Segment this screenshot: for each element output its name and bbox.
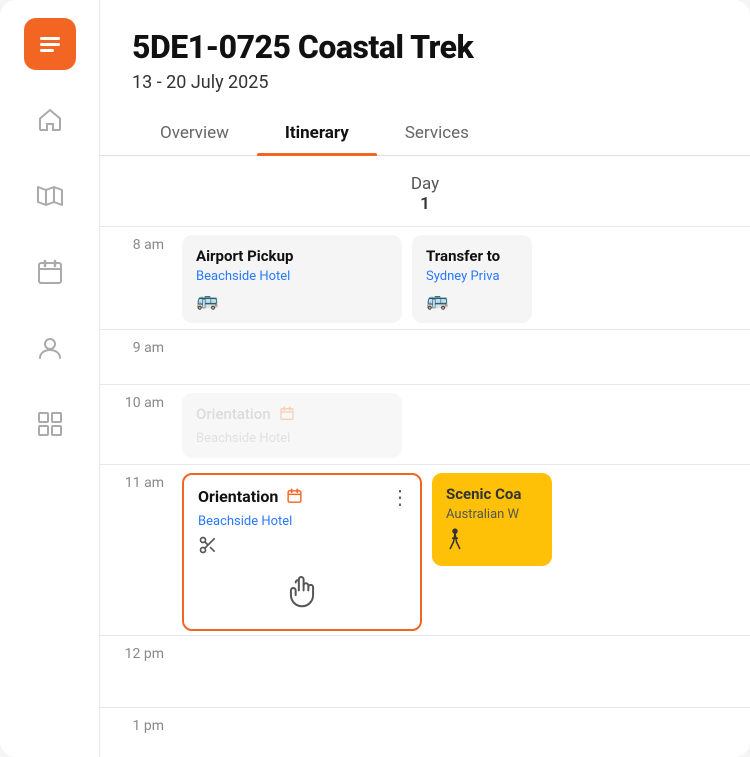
- time-label-11am: 11 am: [100, 465, 172, 635]
- app-logo[interactable]: [24, 18, 76, 70]
- bus-icon: 🚌: [196, 290, 388, 311]
- time-row-12pm: 12 pm: [100, 635, 750, 707]
- grid-icon: [37, 411, 63, 437]
- sidebar: [0, 0, 100, 757]
- active-card-orange-icon: [286, 488, 303, 509]
- cards-col-10am: Orientation Beachside Hotel: [172, 385, 750, 464]
- time-label-10am: 10 am: [100, 385, 172, 464]
- map-icon: [37, 183, 63, 209]
- cards-col-11am: Orientation Beachside Hotel: [172, 465, 750, 635]
- time-label-8am: 8 am: [100, 227, 172, 329]
- calendar-icon: [37, 259, 63, 285]
- sidebar-item-home[interactable]: [25, 98, 75, 142]
- home-icon: [37, 107, 63, 133]
- card-title: Airport Pickup: [196, 247, 388, 265]
- day-label: Day: [100, 174, 750, 194]
- card-orientation-active[interactable]: Orientation Beachside Hotel: [182, 473, 422, 631]
- main-content: 5DE1-0725 Coastal Trek 13 - 20 July 2025…: [100, 0, 750, 757]
- ghost-subtitle: Beachside Hotel: [196, 431, 388, 446]
- ghost-orange-icon: [279, 406, 295, 426]
- yellow-card-subtitle: Australian W: [446, 507, 538, 522]
- sidebar-item-person[interactable]: [25, 326, 75, 370]
- card-menu-button[interactable]: ⋮: [390, 485, 410, 509]
- cards-col-8am: Airport Pickup Beachside Hotel 🚌 Transfe…: [172, 227, 750, 329]
- day-number: 1: [100, 194, 750, 214]
- header: 5DE1-0725 Coastal Trek 13 - 20 July 2025: [100, 0, 750, 93]
- trip-title: 5DE1-0725 Coastal Trek: [132, 28, 718, 66]
- card-orientation-ghost: Orientation Beachside Hotel: [182, 393, 402, 458]
- time-row-8am: 8 am Airport Pickup Beachside Hotel 🚌 Tr…: [100, 226, 750, 329]
- time-label-1pm: 1 pm: [100, 708, 172, 757]
- scissors-icon: [198, 535, 406, 559]
- time-row-10am: 10 am Orientation Beachside Hotel: [100, 384, 750, 464]
- active-card-subtitle: Beachside Hotel: [198, 514, 406, 529]
- time-label-12pm: 12 pm: [100, 636, 172, 707]
- card-airport-pickup[interactable]: Airport Pickup Beachside Hotel 🚌: [182, 235, 402, 323]
- cards-col-1pm: [172, 708, 750, 757]
- yellow-card-title: Scenic Coa: [446, 485, 538, 503]
- walk-icon: [446, 528, 538, 554]
- person-icon: [37, 335, 63, 361]
- card-scenic[interactable]: Scenic Coa Australian W: [432, 473, 552, 566]
- sidebar-nav: [0, 98, 99, 446]
- tabs: Overview Itinerary Services: [100, 113, 750, 156]
- day-header: Day 1: [100, 156, 750, 226]
- time-label-9am: 9 am: [100, 330, 172, 384]
- sidebar-item-calendar[interactable]: [25, 250, 75, 294]
- sidebar-item-grid[interactable]: [25, 402, 75, 446]
- card-subtitle: Beachside Hotel: [196, 269, 388, 284]
- trip-dates: 13 - 20 July 2025: [132, 72, 718, 93]
- time-row-11am: 11 am Orientation: [100, 464, 750, 635]
- bus-icon-transfer: 🚌: [426, 290, 518, 311]
- ghost-title: Orientation: [196, 405, 271, 423]
- cards-col-9am: [172, 330, 750, 384]
- tab-overview[interactable]: Overview: [132, 113, 257, 155]
- logo-icon: [36, 30, 64, 58]
- tab-itinerary[interactable]: Itinerary: [257, 113, 377, 155]
- time-row-1pm: 1 pm: [100, 707, 750, 757]
- active-card-title: Orientation: [198, 487, 278, 506]
- cards-col-12pm: [172, 636, 750, 707]
- hand-icon-area: [198, 559, 406, 617]
- sidebar-item-map[interactable]: [25, 174, 75, 218]
- schedule-grid: 8 am Airport Pickup Beachside Hotel 🚌 Tr…: [100, 226, 750, 757]
- tab-services[interactable]: Services: [377, 113, 497, 155]
- card-transfer[interactable]: Transfer to Sydney Priva 🚌: [412, 235, 532, 323]
- card-title-transfer: Transfer to: [426, 247, 518, 265]
- app-container: 5DE1-0725 Coastal Trek 13 - 20 July 2025…: [0, 0, 750, 757]
- card-subtitle-transfer: Sydney Priva: [426, 269, 518, 284]
- hand-icon: [283, 573, 321, 611]
- time-row-9am: 9 am: [100, 329, 750, 384]
